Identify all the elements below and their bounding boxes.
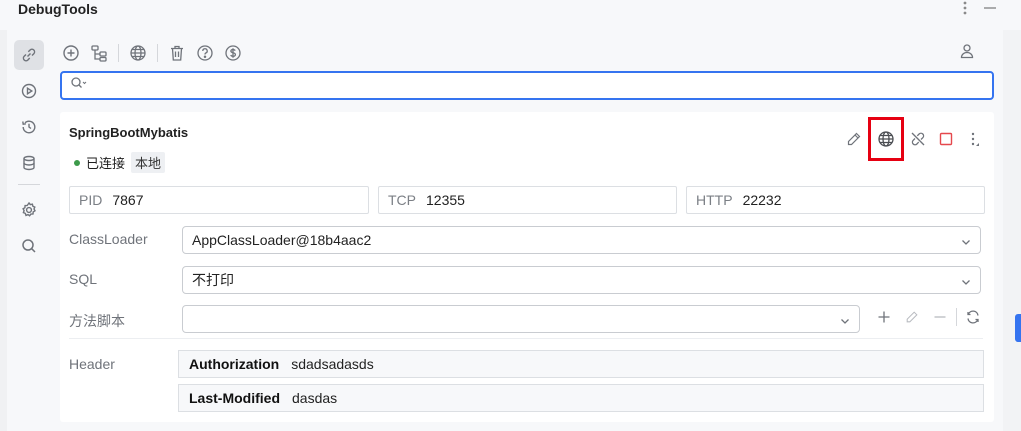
database-icon[interactable] xyxy=(14,148,44,178)
header-value: sdadsadasds xyxy=(291,356,374,372)
sql-label: SQL xyxy=(69,271,98,287)
right-edge-accent xyxy=(1015,314,1021,342)
classloader-value: AppClassLoader@18b4aac2 xyxy=(192,232,372,248)
toolbar-divider xyxy=(118,44,119,62)
chevron-down-icon xyxy=(839,314,851,330)
globe-icon[interactable] xyxy=(127,42,149,64)
section-divider xyxy=(69,338,983,339)
classloader-select[interactable]: AppClassLoader@18b4aac2 xyxy=(182,226,981,254)
remove-icon[interactable] xyxy=(928,305,952,329)
trash-icon[interactable] xyxy=(166,42,188,64)
globe-icon[interactable] xyxy=(868,117,904,161)
header-key: Last-Modified xyxy=(189,390,280,406)
help-icon[interactable] xyxy=(194,42,216,64)
minimize-icon[interactable] xyxy=(983,0,997,16)
connection-status: 已连接 本地 xyxy=(74,152,166,173)
window-title: DebugTools xyxy=(18,1,98,17)
actions-divider xyxy=(956,308,957,326)
search-icon[interactable] xyxy=(14,231,44,261)
pid-field: PID 7867 xyxy=(69,186,369,214)
connection-name: SpringBootMybatis xyxy=(69,125,189,140)
refresh-icon[interactable] xyxy=(961,305,985,329)
card-actions xyxy=(840,117,988,161)
left-edge-panel xyxy=(0,30,7,431)
pid-label: PID xyxy=(79,192,103,208)
run-icon[interactable] xyxy=(14,76,44,106)
settings-icon[interactable] xyxy=(14,195,44,225)
pid-value: 7867 xyxy=(112,192,144,208)
status-text: 已连接 xyxy=(86,156,126,171)
connection-card: SpringBootMybatis 已连接 本地 PID 7867 TCP 12… xyxy=(60,112,994,422)
more-options-icon[interactable] xyxy=(960,127,988,151)
header-label: Header xyxy=(69,356,115,372)
toolbar xyxy=(60,40,244,66)
title-bar: DebugTools xyxy=(0,0,1021,30)
tcp-value: 12355 xyxy=(426,192,465,208)
status-dot-icon xyxy=(74,159,80,166)
edit-icon[interactable] xyxy=(840,127,868,151)
edit-icon[interactable] xyxy=(900,305,924,329)
search-icon xyxy=(70,76,88,95)
user-icon[interactable] xyxy=(956,40,978,62)
script-label: 方法脚本 xyxy=(69,313,125,329)
more-options-icon[interactable] xyxy=(963,0,967,16)
sql-value: 不打印 xyxy=(192,272,234,288)
icon-rail xyxy=(14,40,46,267)
header-row[interactable]: Last-Modified dasdas xyxy=(178,384,984,412)
sql-select[interactable]: 不打印 xyxy=(182,266,981,294)
http-field: HTTP 22232 xyxy=(686,186,985,214)
debugtools-window: DebugTools SpringBootMybatis 已连接 本地 PID … xyxy=(0,0,1021,431)
header-key: Authorization xyxy=(189,356,280,372)
script-actions xyxy=(872,305,985,329)
search-input[interactable] xyxy=(92,75,992,96)
disconnect-icon[interactable] xyxy=(904,127,932,151)
http-value: 22232 xyxy=(742,192,782,208)
tcp-label: TCP xyxy=(388,192,416,208)
rail-divider xyxy=(18,184,40,185)
dollar-icon[interactable] xyxy=(222,42,244,64)
add-circle-icon[interactable] xyxy=(60,42,82,64)
script-select[interactable] xyxy=(182,305,860,333)
tcp-field: TCP 12355 xyxy=(378,186,677,214)
http-label: HTTP xyxy=(696,192,733,208)
connection-icon[interactable] xyxy=(14,40,44,70)
history-icon[interactable] xyxy=(14,112,44,142)
stop-icon[interactable] xyxy=(932,127,960,151)
search-field[interactable] xyxy=(60,71,994,100)
right-edge-panel xyxy=(1003,30,1021,431)
add-icon[interactable] xyxy=(872,305,896,329)
chevron-down-icon xyxy=(960,275,972,291)
classloader-label: ClassLoader xyxy=(69,231,148,247)
toolbar-divider xyxy=(157,44,158,62)
location-tag: 本地 xyxy=(131,152,166,173)
tree-icon[interactable] xyxy=(88,42,110,64)
chevron-down-icon xyxy=(960,235,972,251)
header-value: dasdas xyxy=(292,390,338,406)
header-row[interactable]: Authorization sdadsadasds xyxy=(178,350,984,378)
